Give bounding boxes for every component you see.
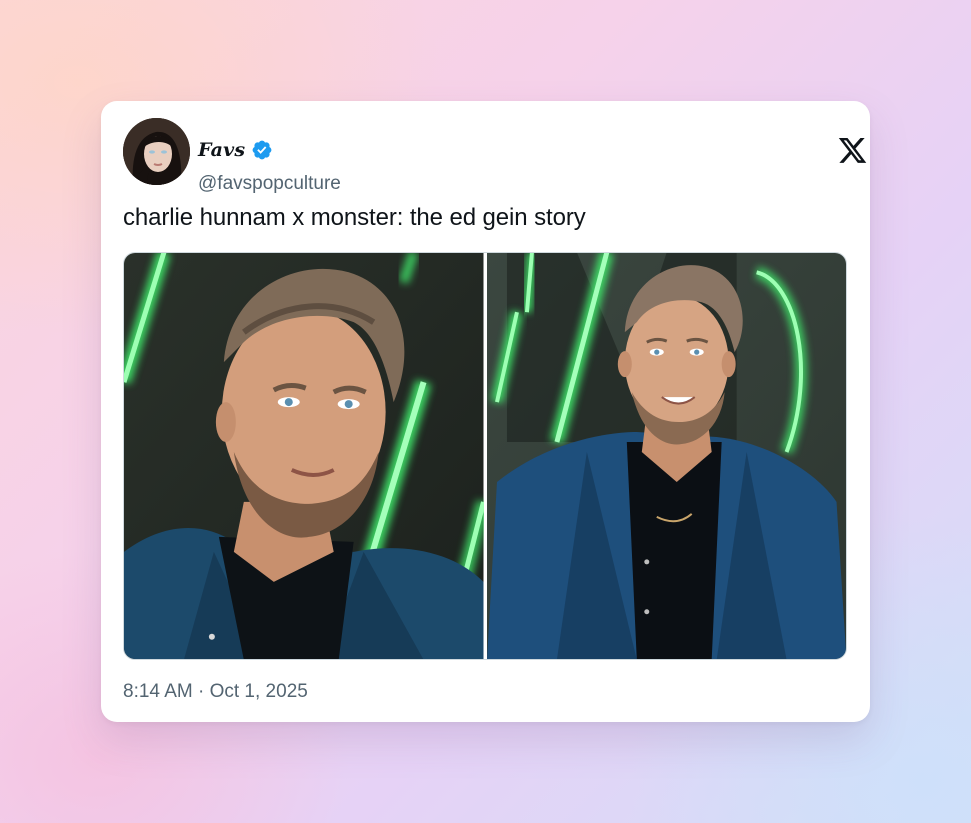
photo-right[interactable] — [486, 253, 846, 659]
photo-left[interactable] — [124, 253, 484, 659]
photo-right-image — [486, 253, 846, 659]
display-name[interactable]: Favs — [198, 139, 245, 161]
tweet-card: Favs @favspopculture charlie hunnam x mo… — [101, 101, 870, 722]
user-handle[interactable]: @favspopculture — [198, 173, 341, 195]
name-row: Favs — [198, 139, 273, 161]
photo-left-image — [124, 253, 484, 659]
tweet-timestamp[interactable]: 8:14 AM · Oct 1, 2025 — [123, 681, 308, 703]
tweet-header: Favs @favspopculture — [123, 118, 867, 194]
avatar-image — [123, 118, 190, 185]
x-logo-icon[interactable] — [837, 138, 868, 166]
media-grid — [123, 252, 847, 660]
avatar[interactable] — [123, 118, 190, 185]
tweet-text: charlie hunnam x monster: the ed gein st… — [123, 204, 586, 231]
verified-badge-icon — [252, 140, 272, 160]
